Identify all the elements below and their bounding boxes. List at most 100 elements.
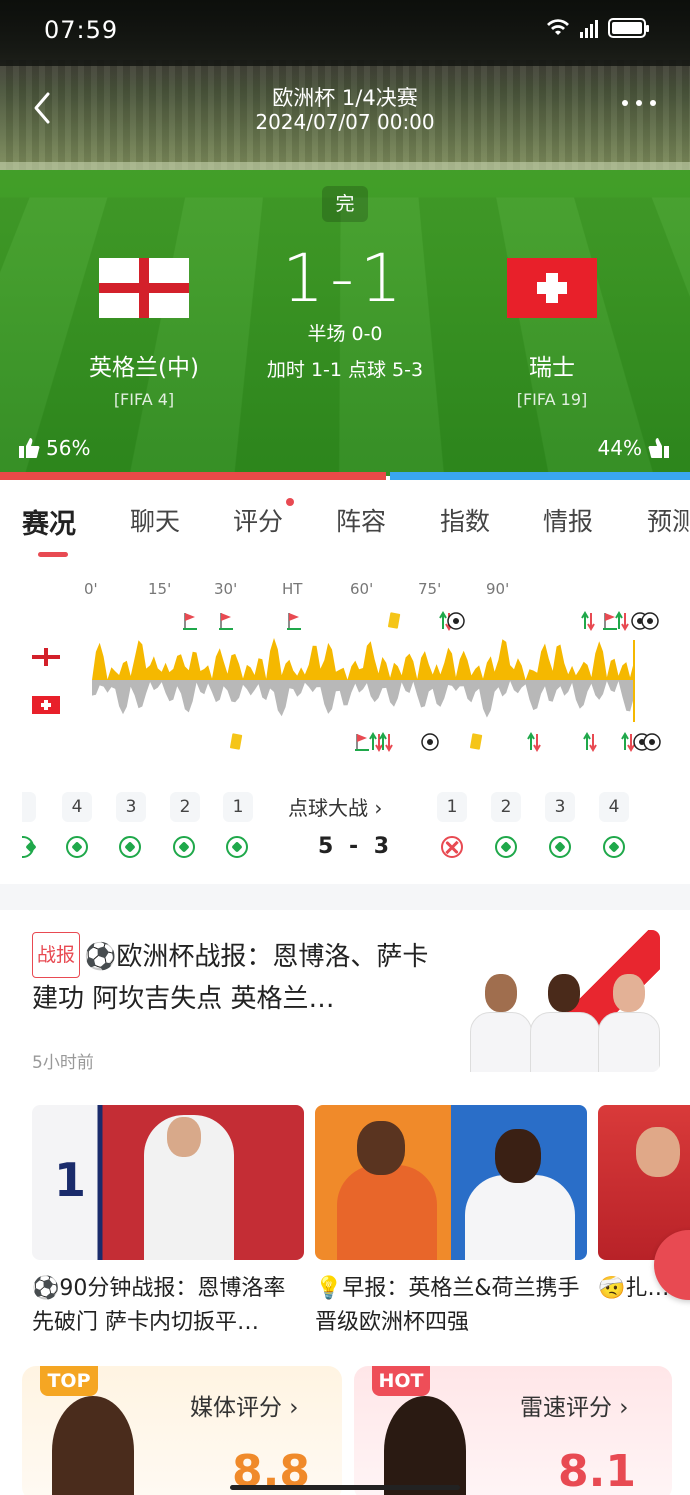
- penalty-score: 5 - 3: [318, 834, 394, 859]
- match-header: 07:59 欧洲杯 1/4决赛 2024/07/07 00:00 完 英格兰(中…: [0, 0, 690, 476]
- home-vote-percent: 56%: [46, 436, 91, 460]
- section-divider: [0, 884, 690, 910]
- notification-dot: [286, 498, 294, 506]
- more-icon[interactable]: [622, 100, 656, 106]
- home-penalty-number: 1: [223, 792, 253, 822]
- home-team-rank: [FIFA 4]: [113, 390, 175, 409]
- match-date: 2024/07/07 00:00: [255, 110, 435, 134]
- article-time: 5小时前: [32, 1053, 94, 1073]
- away-momentum: [92, 680, 634, 718]
- goal-ball-icon: [447, 612, 465, 630]
- tab-bar: 赛况 聊天 评分 阵容 指数 情报 预测: [0, 480, 690, 566]
- news-article[interactable]: 战报 ⚽欧洲杯战报：恩博洛、萨卡建功 阿坎吉失点 英格兰… 5小时前: [0, 910, 690, 1090]
- home-penalty-number: 3: [116, 792, 146, 822]
- tab-ratings[interactable]: 评分: [233, 502, 283, 538]
- rating-cards: TOP 媒体评分 › 8.8 HOT 雷速评分 › 8.1: [0, 1366, 690, 1495]
- switzerland-flag-icon: [507, 258, 597, 318]
- battery-icon: [608, 18, 649, 38]
- video-card[interactable]: 🤕扎…出了内收: [598, 1105, 690, 1340]
- penalty-missed-icon: [441, 836, 463, 858]
- thumbs-up-icon: [648, 438, 669, 458]
- penalty-scored-icon: [603, 836, 625, 858]
- video-thumbnail: [315, 1105, 587, 1260]
- tab-lineup[interactable]: 阵容: [336, 502, 386, 538]
- tab-chat[interactable]: 聊天: [130, 502, 180, 538]
- substitution-icon: [583, 732, 597, 752]
- player-avatar: [52, 1396, 134, 1495]
- substitution-icon: [527, 732, 541, 752]
- match-state-badge: 完: [322, 186, 368, 222]
- home-momentum: [92, 638, 634, 680]
- corner-flag-icon: [603, 613, 617, 630]
- thumbs-up-icon: [19, 438, 40, 458]
- yellow-card-icon: [388, 612, 401, 629]
- goal-ball-icon: [643, 733, 661, 751]
- vote-bar-home: [0, 472, 387, 480]
- video-thumbnail: 1: [32, 1105, 304, 1260]
- active-tab-indicator: [38, 552, 68, 557]
- corner-flag-icon: [183, 613, 197, 630]
- article-title: 战报 ⚽欧洲杯战报：恩博洛、萨卡建功 阿坎吉失点 英格兰…: [32, 932, 440, 1020]
- substitution-icon: [615, 611, 629, 631]
- article-badge: 战报: [32, 932, 81, 978]
- penalty-shootout[interactable]: 4 3 2 1 点球大战 › 1 2 3 4 5 - 3: [0, 786, 690, 876]
- player-avatar: [384, 1396, 466, 1495]
- away-penalty-number: 4: [599, 792, 629, 822]
- signal-icon: [580, 18, 598, 38]
- speed-rating-title: 雷速评分 ›: [520, 1395, 629, 1421]
- substitution-icon: [621, 732, 635, 752]
- hot-badge: HOT: [372, 1366, 430, 1396]
- yellow-card-icon: [470, 733, 483, 750]
- vote-bar-away: [390, 472, 690, 480]
- video-card[interactable]: 1 ⚽90分钟战报：恩博洛率先破门 萨卡内切扳平…: [32, 1105, 304, 1340]
- corner-flag-icon: [287, 613, 301, 630]
- tab-live[interactable]: 赛况: [22, 502, 76, 541]
- corner-flag-icon: [219, 613, 233, 630]
- home-penalty-number: 2: [170, 792, 200, 822]
- penalty-scored-icon: [495, 836, 517, 858]
- away-penalty-number: 1: [437, 792, 467, 822]
- momentum-chart: [92, 611, 661, 752]
- goal-ball-icon: [421, 733, 439, 751]
- substitution-icon: [369, 732, 383, 752]
- away-team[interactable]: 瑞士 [FIFA 19]: [462, 258, 642, 409]
- substitution-icon: [581, 611, 595, 631]
- tab-odds[interactable]: 指数: [440, 502, 490, 538]
- top-badge: TOP: [40, 1366, 98, 1396]
- speed-rating-card[interactable]: HOT 雷速评分 › 8.1: [354, 1366, 672, 1495]
- corner-flag-icon: [355, 734, 369, 751]
- penalty-title[interactable]: 点球大战 ›: [288, 792, 382, 821]
- video-card[interactable]: 💡早报：英格兰&荷兰携手晋级欧洲杯四强: [315, 1105, 587, 1340]
- home-vote[interactable]: 56%: [18, 436, 90, 460]
- vote-bar: [0, 472, 690, 480]
- tab-intel[interactable]: 情报: [543, 502, 593, 538]
- home-penalty-number: 4: [62, 792, 92, 822]
- goal-ball-icon: [641, 612, 659, 630]
- penalty-scored-icon: [22, 836, 34, 858]
- away-penalty-number: 2: [491, 792, 521, 822]
- home-indicator: [230, 1485, 460, 1490]
- penalty-scored-icon: [226, 836, 248, 858]
- substitution-icon: [379, 732, 393, 752]
- video-title: 💡早报：英格兰&荷兰携手晋级欧洲杯四强: [315, 1276, 580, 1335]
- media-rating-title: 媒体评分 ›: [190, 1395, 299, 1421]
- article-thumbnail: [460, 930, 660, 1072]
- media-rating-card[interactable]: TOP 媒体评分 › 8.8: [22, 1366, 342, 1495]
- penalty-scored-icon: [549, 836, 571, 858]
- status-bar: 07:59: [0, 0, 690, 62]
- match-timeline[interactable]: 0' 15' 30' HT 60' 75' 90': [0, 566, 690, 786]
- away-team-name: 瑞士: [529, 355, 575, 381]
- away-vote-percent: 44%: [597, 436, 642, 460]
- away-penalty-number: 3: [545, 792, 575, 822]
- tab-prediction[interactable]: 预测: [647, 502, 690, 538]
- away-vote[interactable]: 44%: [598, 436, 670, 460]
- match-detail-page: 07:59 欧洲杯 1/4决赛 2024/07/07 00:00 完 英格兰(中…: [0, 0, 690, 1495]
- away-team-rank: [FIFA 19]: [516, 390, 588, 409]
- wifi-icon: [547, 19, 569, 35]
- penalty-scored-icon: [66, 836, 88, 858]
- match-title: 欧洲杯 1/4决赛: [272, 86, 418, 110]
- penalty-scored-icon: [173, 836, 195, 858]
- speed-rating-score: 8.1: [558, 1446, 636, 1495]
- penalty-scored-icon: [119, 836, 141, 858]
- status-time: 07:59: [44, 16, 119, 44]
